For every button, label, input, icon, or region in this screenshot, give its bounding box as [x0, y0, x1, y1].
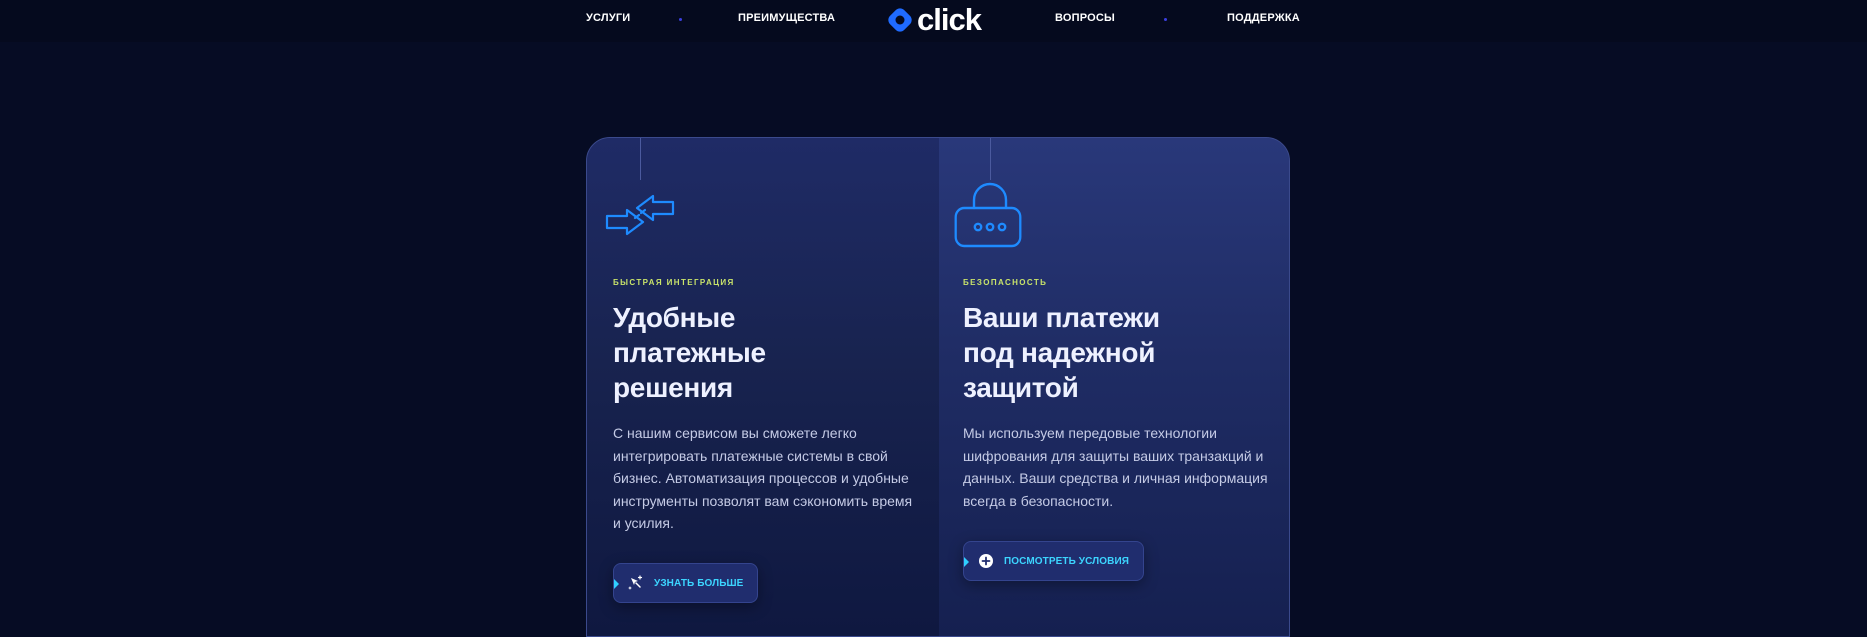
feature-description: С нашим сервисом вы сможете легко интегр… — [613, 425, 913, 531]
view-terms-button[interactable]: ПОСМОТРЕТЬ УСЛОВИЯ — [963, 541, 1145, 581]
eyebrow-label: БЫСТРАЯ ИНТЕГРАЦИЯ — [613, 278, 735, 287]
lock-icon — [954, 182, 1022, 248]
sparkle-cursor-icon — [628, 575, 644, 591]
feature-heading: Ваши платежи под надежной защитой — [963, 302, 1160, 403]
logo-wordmark: click — [917, 2, 982, 37]
view-terms-label: ПОСМОТРЕТЬ УСЛОВИЯ — [1004, 555, 1130, 567]
nav-link-services[interactable]: УСЛУГИ — [586, 12, 630, 24]
arrows-exchange-icon — [605, 194, 675, 236]
caret-icon — [614, 579, 619, 589]
features-card: БЫСТРАЯ ИНТЕГРАЦИЯ Удобные платежные реш… — [586, 137, 1290, 637]
eyebrow-label: БЕЗОПАСНОСТЬ — [963, 278, 1048, 287]
feature-heading: Удобные платежные решения — [613, 302, 766, 403]
nav-link-questions[interactable]: ВОПРОСЫ — [1055, 12, 1115, 24]
nav-separator-dot — [1164, 18, 1167, 21]
decorative-line — [990, 138, 991, 180]
feature-panel-security: БЕЗОПАСНОСТЬ Ваши платежи под надежной з… — [939, 138, 1289, 636]
nav-link-advantages[interactable]: ПРЕИМУЩЕСТВА — [738, 12, 835, 24]
nav-link-support[interactable]: ПОДДЕРЖКА — [1227, 12, 1300, 24]
nav-separator-dot — [679, 18, 682, 21]
click-logo-icon — [888, 8, 912, 32]
brand-logo[interactable]: click — [887, 2, 982, 37]
learn-more-label: УЗНАТЬ БОЛЬШЕ — [654, 577, 744, 589]
plus-circle-icon — [978, 553, 994, 569]
decorative-line — [640, 138, 641, 180]
top-navigation: УСЛУГИ ПРЕИМУЩЕСТВА click ВОПРОСЫ ПОДДЕР… — [0, 0, 1867, 42]
learn-more-button[interactable]: УЗНАТЬ БОЛЬШЕ — [613, 563, 759, 603]
feature-panel-integration: БЫСТРАЯ ИНТЕГРАЦИЯ Удобные платежные реш… — [587, 138, 939, 636]
feature-description: Мы используем передовые технологии шифро… — [963, 425, 1268, 509]
caret-icon — [964, 557, 969, 567]
